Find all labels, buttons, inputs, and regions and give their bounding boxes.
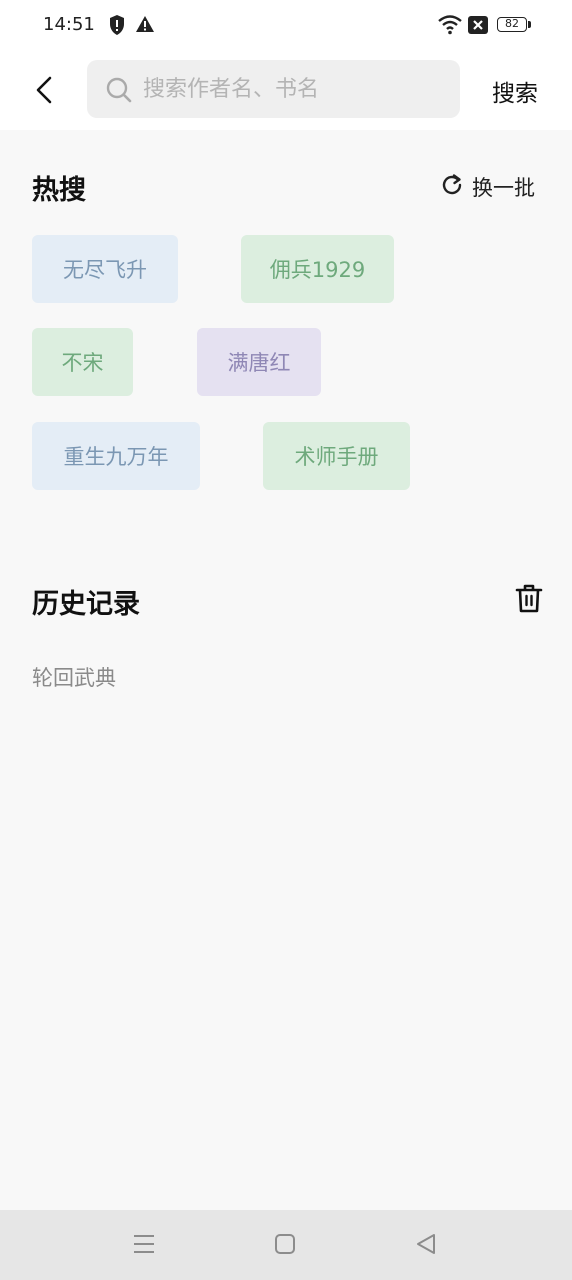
status-bar: 14:51 82 bbox=[0, 0, 572, 52]
search-header: 搜索 bbox=[0, 52, 572, 130]
shield-alert-icon bbox=[108, 14, 126, 40]
search-input[interactable] bbox=[143, 60, 443, 118]
refresh-label: 换一批 bbox=[472, 176, 535, 200]
wifi-icon bbox=[437, 15, 463, 39]
sim-off-icon bbox=[468, 16, 488, 38]
back-button[interactable] bbox=[22, 64, 66, 116]
hot-tag[interactable]: 重生九万年 bbox=[32, 422, 200, 490]
status-time: 14:51 bbox=[43, 14, 95, 35]
battery-tip bbox=[528, 21, 531, 28]
refresh-icon bbox=[440, 173, 464, 201]
trash-icon bbox=[515, 584, 543, 613]
history-title: 历史记录 bbox=[32, 589, 140, 620]
search-icon bbox=[105, 76, 133, 108]
chevron-left-icon bbox=[36, 76, 52, 104]
hot-tag[interactable]: 无尽飞升 bbox=[32, 235, 178, 303]
battery-indicator: 82 bbox=[497, 17, 527, 32]
home-square-icon[interactable] bbox=[273, 1232, 297, 1260]
hot-tag[interactable]: 佣兵1929 bbox=[241, 235, 394, 303]
hot-search-title: 热搜 bbox=[32, 175, 86, 206]
hot-tag[interactable]: 术师手册 bbox=[263, 422, 410, 490]
hot-tag[interactable]: 不宋 bbox=[32, 328, 133, 396]
search-button[interactable]: 搜索 bbox=[492, 74, 538, 108]
history-item[interactable]: 轮回武典 bbox=[32, 662, 116, 692]
navigation-bar bbox=[0, 1210, 572, 1280]
warning-triangle-icon bbox=[135, 14, 155, 38]
hot-tag[interactable]: 满唐红 bbox=[197, 328, 321, 396]
back-triangle-icon[interactable] bbox=[414, 1232, 438, 1260]
clear-history-button[interactable] bbox=[514, 583, 544, 619]
refresh-button[interactable]: 换一批 bbox=[440, 172, 535, 202]
menu-icon[interactable] bbox=[132, 1232, 156, 1260]
search-box[interactable] bbox=[87, 60, 460, 118]
